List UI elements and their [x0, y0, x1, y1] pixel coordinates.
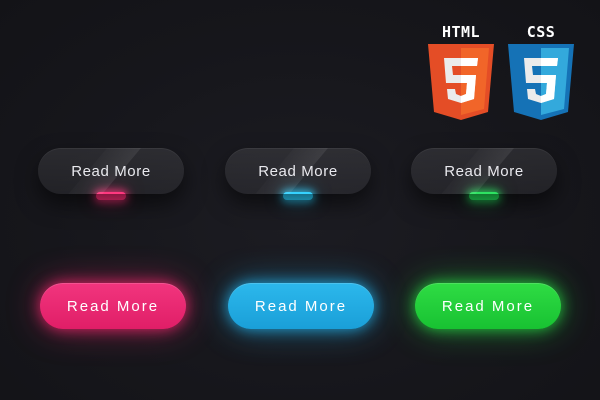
glass-button-pink-group: Read More	[38, 148, 184, 208]
css3-logo: CSS	[507, 22, 575, 126]
read-more-neon-button-green[interactable]: Read More	[415, 283, 561, 329]
html5-logo: HTML	[427, 22, 495, 126]
read-more-glass-button-cyan[interactable]: Read More	[225, 148, 371, 194]
read-more-neon-button-pink[interactable]: Read More	[40, 283, 186, 329]
showcase-canvas: HTML CSS Read More Read More Read More R…	[0, 0, 600, 400]
html5-shield-icon	[428, 44, 494, 120]
read-more-neon-button-cyan[interactable]: Read More	[228, 283, 374, 329]
button-label: Read More	[66, 297, 160, 315]
read-more-glass-button-pink[interactable]: Read More	[38, 148, 184, 194]
glass-button-green-group: Read More	[411, 148, 557, 208]
button-label: Read More	[258, 162, 338, 180]
button-label: Read More	[71, 162, 151, 180]
glass-button-cyan-group: Read More	[225, 148, 371, 208]
html-logo-text: HTML	[441, 23, 481, 41]
button-label: Read More	[254, 297, 348, 315]
css3-shield-icon	[508, 44, 574, 120]
read-more-glass-button-green[interactable]: Read More	[411, 148, 557, 194]
css-logo-text: CSS	[526, 23, 556, 41]
button-label: Read More	[441, 297, 535, 315]
button-label: Read More	[444, 162, 524, 180]
